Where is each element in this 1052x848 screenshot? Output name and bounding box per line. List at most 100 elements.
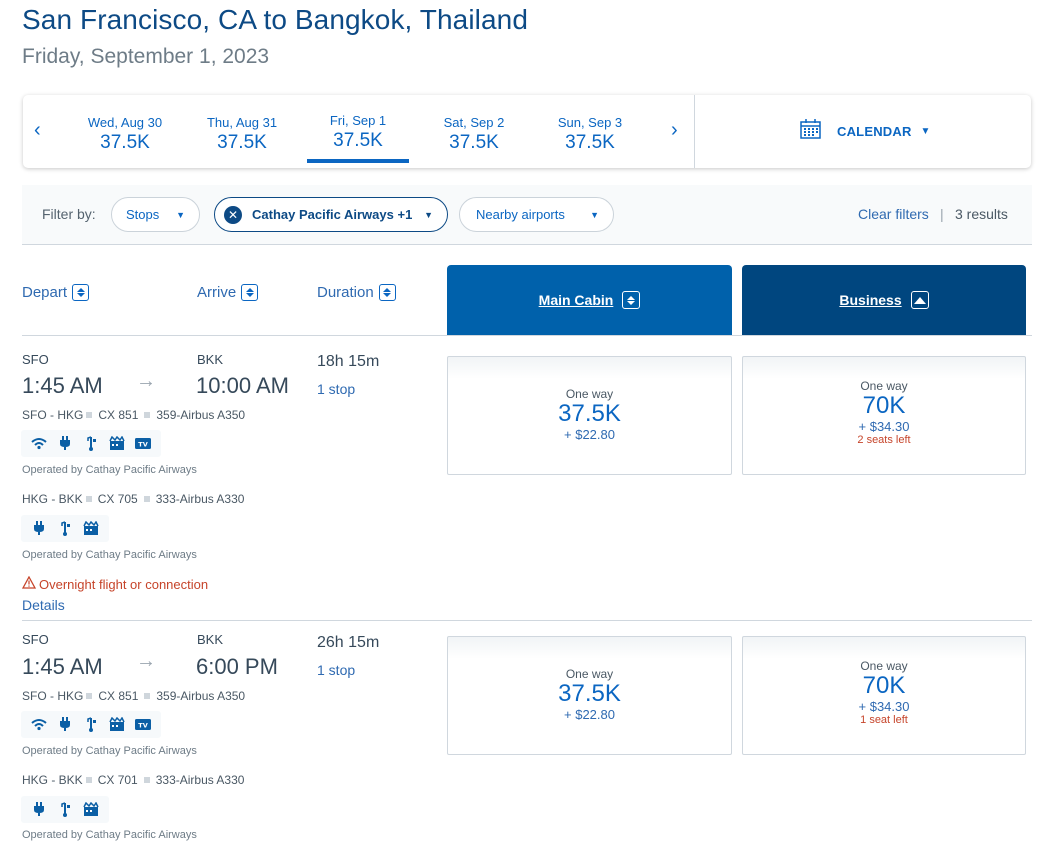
- divider: [694, 95, 695, 168]
- seats-left: 2 seats left: [857, 434, 911, 447]
- date-option[interactable]: Sun, Sep 3 37.5K: [535, 95, 645, 168]
- date-selector: ‹ Wed, Aug 30 37.5K Thu, Aug 31 37.5K Fr…: [23, 95, 1031, 168]
- sort-by-business[interactable]: Business: [742, 265, 1026, 335]
- fare-type: One way: [565, 387, 614, 401]
- date-option-selected[interactable]: Fri, Sep 1 37.5K: [305, 95, 411, 168]
- arrive-time: 10:00 AM: [196, 373, 289, 398]
- amenities: [21, 796, 109, 823]
- entertainment-icon: [104, 717, 130, 732]
- segment-route: SFO - HKG: [22, 689, 84, 703]
- segment-route: SFO - HKG: [22, 408, 84, 422]
- fare-type: One way: [565, 667, 614, 681]
- calendar-button[interactable]: CALENDAR ▼: [800, 119, 930, 143]
- wifi-icon: [26, 437, 52, 450]
- date-option[interactable]: Sat, Sep 2 37.5K: [419, 95, 529, 168]
- fare-miles: 37.5K: [558, 680, 621, 707]
- fare-taxes: + $34.30: [858, 699, 910, 715]
- main-cabin-fare-button[interactable]: One way 37.5K + $22.80: [447, 356, 732, 475]
- date-price: 37.5K: [449, 132, 499, 153]
- date-label: Sat, Sep 2: [443, 115, 505, 130]
- aircraft: 333-Airbus A330: [155, 773, 245, 787]
- sort-by-depart[interactable]: Depart: [22, 284, 90, 301]
- next-dates-button[interactable]: ›: [671, 119, 678, 142]
- flight-number: CX 701: [97, 773, 138, 787]
- sort-icon: [72, 284, 90, 301]
- segment-route: HKG - BKK: [22, 773, 83, 787]
- sort-by-arrive[interactable]: Arrive: [197, 284, 259, 301]
- amenities: [21, 515, 109, 542]
- segment-info: SFO - HKG CX 851 359-Airbus A350: [22, 408, 245, 422]
- operated-by: Operated by Cathay Pacific Airways: [22, 829, 197, 841]
- aircraft: 333-Airbus A330: [155, 492, 245, 506]
- arrive-header-label: Arrive: [197, 284, 237, 301]
- origin-airport: SFO: [22, 632, 49, 647]
- aircraft: 359-Airbus A350: [156, 408, 246, 422]
- page-title: San Francisco, CA to Bangkok, Thailand: [22, 4, 529, 35]
- usb-icon: [52, 520, 78, 537]
- stops-link[interactable]: 1 stop: [317, 662, 355, 678]
- flight-number: CX 705: [97, 492, 138, 506]
- destination-airport: BKK: [197, 632, 224, 647]
- operated-by: Operated by Cathay Pacific Airways: [22, 464, 197, 476]
- arrive-time: 6:00 PM: [196, 654, 278, 679]
- stops-link[interactable]: 1 stop: [317, 381, 355, 397]
- fare-type: One way: [860, 659, 908, 673]
- nearby-airports-dropdown[interactable]: Nearby airports ▼: [459, 197, 614, 232]
- duration-header-label: Duration: [317, 284, 374, 301]
- previous-dates-button[interactable]: ‹: [34, 119, 41, 142]
- sort-icon: [622, 291, 641, 309]
- clear-filters-link[interactable]: Clear filters: [858, 206, 929, 222]
- calendar-label: CALENDAR: [837, 123, 912, 139]
- depart-time: 1:45 AM: [22, 654, 103, 679]
- fare-taxes: + $22.80: [564, 707, 615, 723]
- details-link[interactable]: Details: [22, 597, 65, 613]
- sort-by-duration[interactable]: Duration: [317, 284, 396, 301]
- business-header-label: Business: [839, 292, 902, 308]
- caret-down-icon: ▼: [920, 125, 931, 137]
- airline-filter-label: Cathay Pacific Airways +1: [252, 207, 413, 222]
- business-fare-button[interactable]: One way 70K + $34.30 2 seats left: [742, 356, 1026, 475]
- caret-down-icon: ▼: [590, 209, 599, 220]
- segment-route: HKG - BKK: [22, 492, 83, 506]
- date-label: Wed, Aug 30: [87, 115, 163, 130]
- filter-label: Filter by:: [42, 206, 96, 222]
- wifi-icon: [26, 718, 52, 731]
- usb-icon: [52, 801, 78, 818]
- divider: [22, 335, 1032, 336]
- date-label: Sun, Sep 3: [557, 115, 623, 130]
- main-cabin-fare-button[interactable]: One way 37.5K + $22.80: [447, 636, 732, 755]
- sort-ascending-icon: [910, 291, 929, 309]
- usb-icon: [78, 716, 104, 733]
- aircraft: 359-Airbus A350: [156, 689, 246, 703]
- date-price: 37.5K: [565, 132, 615, 153]
- arrow-right-icon: →: [136, 370, 156, 392]
- segment-info: HKG - BKK CX 705 333-Airbus A330: [22, 492, 244, 506]
- date-option[interactable]: Wed, Aug 30 37.5K: [70, 95, 180, 168]
- entertainment-icon: [104, 436, 130, 451]
- depart-header-label: Depart: [22, 284, 68, 301]
- stops-filter-dropdown[interactable]: Stops ▼: [111, 197, 200, 232]
- airline-filter-dropdown[interactable]: ✕ Cathay Pacific Airways +1 ▼: [214, 197, 448, 232]
- business-fare-button[interactable]: One way 70K + $34.30 1 seat left: [742, 636, 1026, 755]
- clear-airline-filter-icon[interactable]: ✕: [224, 205, 242, 224]
- tv-icon: [130, 437, 156, 450]
- flight-duration: 26h 15m: [317, 634, 380, 651]
- date-option[interactable]: Thu, Aug 31 37.5K: [187, 95, 297, 168]
- fare-taxes: + $22.80: [564, 427, 615, 443]
- sort-icon: [378, 284, 396, 301]
- flight-number: CX 851: [98, 689, 139, 703]
- flight-duration: 18h 15m: [317, 353, 380, 370]
- nearby-airports-label: Nearby airports: [476, 207, 565, 222]
- operated-by: Operated by Cathay Pacific Airways: [22, 745, 197, 757]
- sort-by-main-cabin[interactable]: Main Cabin: [447, 265, 732, 335]
- date-label: Thu, Aug 31: [206, 115, 278, 130]
- arrow-right-icon: →: [136, 650, 156, 672]
- power-outlet-icon: [26, 802, 52, 817]
- origin-airport: SFO: [22, 352, 49, 367]
- sort-icon: [241, 284, 259, 301]
- divider: [22, 620, 1032, 621]
- power-outlet-icon: [52, 717, 78, 732]
- fare-miles: 70K: [862, 392, 906, 419]
- warning-icon: [21, 575, 37, 592]
- selected-indicator: [307, 159, 409, 163]
